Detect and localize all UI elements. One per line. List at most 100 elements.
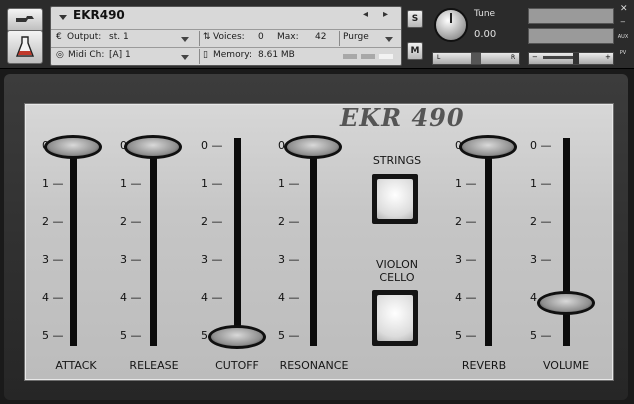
strings-button[interactable] — [372, 174, 418, 224]
info-row-output: € Output: st. 1 ⇅ Voices: 0 Max: 42 Purg… — [51, 29, 401, 47]
release-tick-3: 3 — — [120, 253, 142, 266]
cutoff-tick-4: 4 — — [201, 291, 223, 304]
output-icon: € — [56, 32, 62, 42]
max-label: Max: — [277, 32, 299, 42]
volume-slider-track[interactable] — [563, 138, 570, 346]
minimize-icon[interactable]: − — [620, 18, 626, 26]
cutoff-label: CUTOFF — [215, 359, 259, 372]
flask-button[interactable] — [7, 30, 43, 64]
volume-tick-3: 3 — — [530, 253, 552, 266]
midi-icon: ◎ — [56, 50, 64, 60]
prev-instrument-icon[interactable]: ◂ — [363, 9, 368, 20]
release-slider-track[interactable] — [150, 138, 157, 346]
resonance-slider-track[interactable] — [310, 138, 317, 346]
volume-fill — [543, 56, 573, 59]
pan-slider[interactable]: L R — [432, 52, 520, 65]
max-voices-value[interactable]: 42 — [315, 32, 326, 42]
volume-minus-label: − — [532, 53, 538, 61]
aux-label[interactable]: AUX — [616, 34, 630, 40]
volume-plus-label: + — [605, 53, 611, 61]
volume-slider-handle[interactable] — [537, 290, 595, 315]
cutoff-slider-handle[interactable] — [208, 325, 266, 349]
release-tick-5: 5 — — [120, 329, 142, 342]
cutoff-tick-0: 0 — — [201, 139, 223, 152]
output-label: Output: — [67, 32, 102, 42]
volume-label: VOLUME — [542, 359, 590, 372]
violoncello-label: VIOLON CELLO — [357, 258, 437, 284]
reverb-tick-1: 1 — — [455, 177, 477, 190]
reverb-slider-handle[interactable] — [459, 135, 517, 159]
reverb-label: REVERB — [461, 359, 507, 372]
purge-dropdown-icon[interactable] — [385, 37, 393, 42]
instrument-info-panel: EKR490 ◂ ▸ € Output: st. 1 ⇅ Voices: 0 M… — [50, 6, 402, 66]
wrench-icon — [16, 16, 34, 22]
tune-knob[interactable] — [434, 8, 468, 42]
tune-value: 0.00 — [474, 29, 497, 40]
activity-led — [361, 54, 375, 59]
output-dropdown-icon[interactable] — [181, 37, 189, 42]
level-meter-left — [528, 8, 614, 24]
cutoff-tick-1: 1 — — [201, 177, 223, 190]
memory-label: Memory: — [213, 50, 252, 60]
volume-slider[interactable]: − + — [528, 52, 614, 65]
volume-tick-5: 5 — — [530, 329, 552, 342]
release-tick-4: 4 — — [120, 291, 142, 304]
memory-value: 8.61 MB — [258, 50, 295, 60]
reverb-tick-4: 4 — — [455, 291, 477, 304]
solo-button[interactable]: S — [407, 10, 423, 28]
next-instrument-icon[interactable]: ▸ — [383, 9, 388, 20]
resonance-tick-2: 2 — — [278, 215, 300, 228]
activity-led — [379, 54, 393, 59]
instrument-name: EKR490 — [73, 8, 125, 22]
pan-handle[interactable] — [471, 53, 481, 64]
reverb-tick-2: 2 — — [455, 215, 477, 228]
voices-icon: ⇅ — [203, 32, 211, 42]
attack-tick-1: 1 — — [42, 177, 64, 190]
instrument-header: EKR490 ◂ ▸ € Output: st. 1 ⇅ Voices: 0 M… — [0, 0, 634, 69]
attack-tick-5: 5 — — [42, 329, 64, 342]
cutoff-tick-3: 3 — — [201, 253, 223, 266]
instrument-logo: EKR 490 — [340, 103, 465, 132]
info-row-midi: ◎ Midi Ch: [A] 1 ▯ Memory: 8.61 MB — [51, 47, 401, 65]
level-meter-right — [528, 28, 614, 44]
cutoff-slider-track[interactable] — [234, 138, 241, 346]
wrench-button[interactable] — [7, 8, 43, 32]
resonance-tick-3: 3 — — [278, 253, 300, 266]
flask-icon — [16, 36, 34, 57]
attack-tick-4: 4 — — [42, 291, 64, 304]
memory-icon: ▯ — [203, 50, 208, 60]
resonance-slider-handle[interactable] — [284, 135, 342, 159]
pan-left-label: L — [437, 54, 441, 61]
attack-tick-2: 2 — — [42, 215, 64, 228]
violoncello-label-line2: CELLO — [379, 271, 415, 284]
output-value[interactable]: st. 1 — [109, 32, 129, 42]
purge-menu[interactable]: Purge — [343, 32, 369, 42]
mute-button[interactable]: M — [407, 42, 423, 60]
midi-channel-label: Midi Ch: — [68, 50, 105, 60]
attack-slider-handle[interactable] — [44, 135, 102, 159]
volume-tick-1: 1 — — [530, 177, 552, 190]
release-tick-1: 1 — — [120, 177, 142, 190]
attack-tick-3: 3 — — [42, 253, 64, 266]
midi-dropdown-icon[interactable] — [181, 55, 189, 60]
activity-led — [343, 54, 357, 59]
resonance-tick-4: 4 — — [278, 291, 300, 304]
volume-tick-2: 2 — — [530, 215, 552, 228]
pv-label[interactable]: PV — [616, 50, 630, 56]
instrument-menu-icon[interactable] — [59, 15, 67, 20]
resonance-label: RESONANCE — [279, 359, 349, 372]
voices-value: 0 — [258, 32, 264, 42]
release-slider-handle[interactable] — [124, 135, 182, 159]
reverb-slider-track[interactable] — [485, 138, 492, 346]
aux-panel: ✕ − AUX PV — [616, 4, 630, 62]
voices-label: Voices: — [213, 32, 245, 42]
violoncello-button[interactable] — [372, 290, 418, 346]
attack-slider-track[interactable] — [70, 138, 77, 346]
close-icon[interactable]: ✕ — [620, 4, 628, 14]
attack-label: ATTACK — [55, 359, 97, 372]
midi-channel-value[interactable]: [A] 1 — [109, 50, 131, 60]
resonance-tick-5: 5 — — [278, 329, 300, 342]
tune-label: Tune — [474, 9, 496, 19]
volume-handle[interactable] — [573, 53, 579, 64]
pan-right-label: R — [511, 54, 516, 61]
